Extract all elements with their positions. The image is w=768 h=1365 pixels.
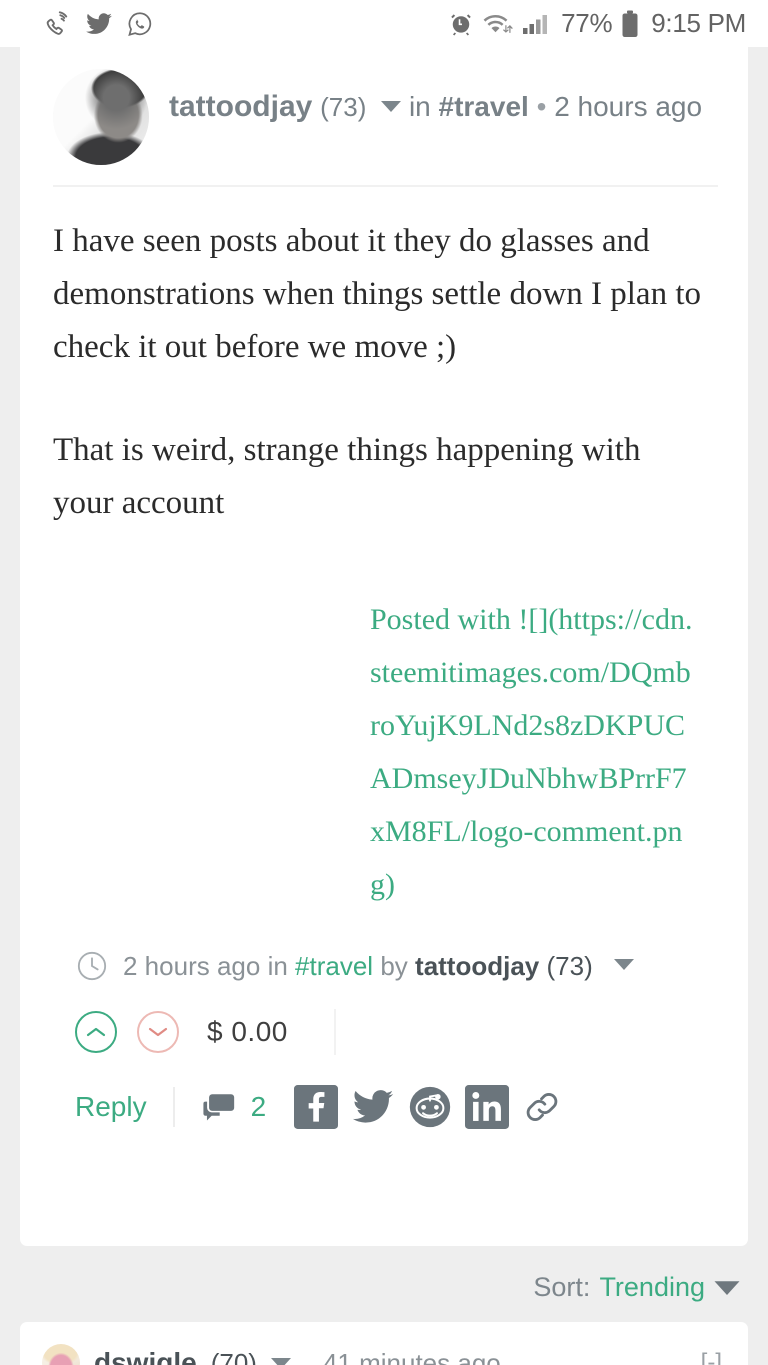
upvote-button[interactable] <box>75 1011 117 1053</box>
post-author-link[interactable]: tattoodjay <box>169 90 312 123</box>
comment-count[interactable]: 2 <box>251 1091 267 1123</box>
sort-control[interactable]: Sort: Trending <box>533 1272 740 1303</box>
post-timestamp: 2 hours ago <box>554 91 703 122</box>
whatsapp-icon <box>126 10 154 38</box>
vote-separator <box>333 1009 336 1055</box>
missed-call-icon <box>44 10 72 38</box>
clock-time-label: 9:15 PM <box>651 8 746 38</box>
post-paragraph-2: That is weird, strange things happening … <box>53 432 641 521</box>
cellular-signal-icon <box>522 11 552 37</box>
wifi-icon <box>483 11 513 37</box>
downvote-button[interactable] <box>137 1011 179 1053</box>
action-separator <box>172 1087 175 1127</box>
meta-in-word: in <box>267 950 288 981</box>
payout-value[interactable]: $ 0.00 <box>207 1016 288 1048</box>
post-header: tattoodjay (73) in #travel • 2 hours ago <box>20 47 748 165</box>
status-notification-icons <box>44 10 154 38</box>
facebook-icon[interactable] <box>294 1085 339 1129</box>
twitter-icon[interactable] <box>351 1085 395 1129</box>
avatar[interactable] <box>53 69 149 165</box>
battery-percent-label: 77% <box>561 8 613 38</box>
reply-button[interactable]: Reply <box>75 1091 147 1123</box>
twitter-icon <box>85 10 113 38</box>
post-body: I have seen posts about it they do glass… <box>20 187 748 530</box>
next-comment-card: dswigle (70) 41 minutes ago [-] <box>20 1322 748 1365</box>
post-meta-text: 2 hours ago in #travel by tattoodjay (73… <box>123 951 593 982</box>
author-dropdown-caret-icon[interactable] <box>381 83 402 122</box>
meta-author-reputation: (73) <box>546 950 593 981</box>
post-author-reputation: (73) <box>320 92 367 122</box>
meta-dropdown-caret-icon[interactable] <box>613 957 634 975</box>
comment-bubble-icon[interactable] <box>201 1090 237 1124</box>
post-tag-link[interactable]: #travel <box>439 91 529 122</box>
status-system-icons: 77% 9:15 PM <box>448 8 746 39</box>
next-comment-reputation: (70) <box>210 1347 257 1365</box>
sort-label: Sort: <box>533 1272 591 1302</box>
action-row: Reply 2 <box>20 1055 748 1129</box>
avatar[interactable] <box>42 1344 80 1365</box>
reddit-icon[interactable] <box>408 1085 452 1129</box>
post-card: tattoodjay (73) in #travel • 2 hours ago… <box>20 47 748 1246</box>
in-word-label: in <box>408 91 431 122</box>
linkedin-icon[interactable] <box>465 1085 510 1129</box>
link-chain-icon[interactable] <box>522 1087 562 1127</box>
next-comment-dropdown-caret-icon[interactable] <box>270 1357 291 1365</box>
post-image-link-text[interactable]: Posted with ![](https://cdn.steemitimage… <box>370 593 700 911</box>
battery-icon <box>621 10 639 38</box>
header-separator-dot: • <box>536 91 547 122</box>
sort-value[interactable]: Trending <box>599 1272 705 1303</box>
post-header-text: tattoodjay (73) in #travel • 2 hours ago <box>169 69 702 127</box>
next-comment-author[interactable]: dswigle <box>94 1347 197 1365</box>
share-icons <box>294 1085 562 1129</box>
clock-icon <box>75 949 109 983</box>
meta-time-ago: 2 hours ago <box>123 950 261 981</box>
vote-row: $ 0.00 <box>20 983 748 1055</box>
alarm-clock-icon <box>448 11 474 37</box>
post-paragraph-1: I have seen posts about it they do glass… <box>53 223 701 365</box>
post-meta-row: 2 hours ago in #travel by tattoodjay (73… <box>20 911 748 983</box>
collapse-toggle[interactable]: [-] <box>701 1349 722 1365</box>
phone-screen: 77% 9:15 PM tattoodjay (73) in #travel •… <box>0 0 768 1365</box>
next-comment-timestamp: 41 minutes ago <box>322 1347 501 1365</box>
caret-down-icon[interactable] <box>714 1280 740 1295</box>
meta-author-link[interactable]: tattoodjay <box>415 951 539 981</box>
meta-tag-link[interactable]: #travel <box>295 951 373 981</box>
meta-by-word: by <box>380 950 408 981</box>
next-comment-header: dswigle (70) 41 minutes ago [-] <box>20 1322 748 1365</box>
status-bar: 77% 9:15 PM <box>0 0 768 47</box>
